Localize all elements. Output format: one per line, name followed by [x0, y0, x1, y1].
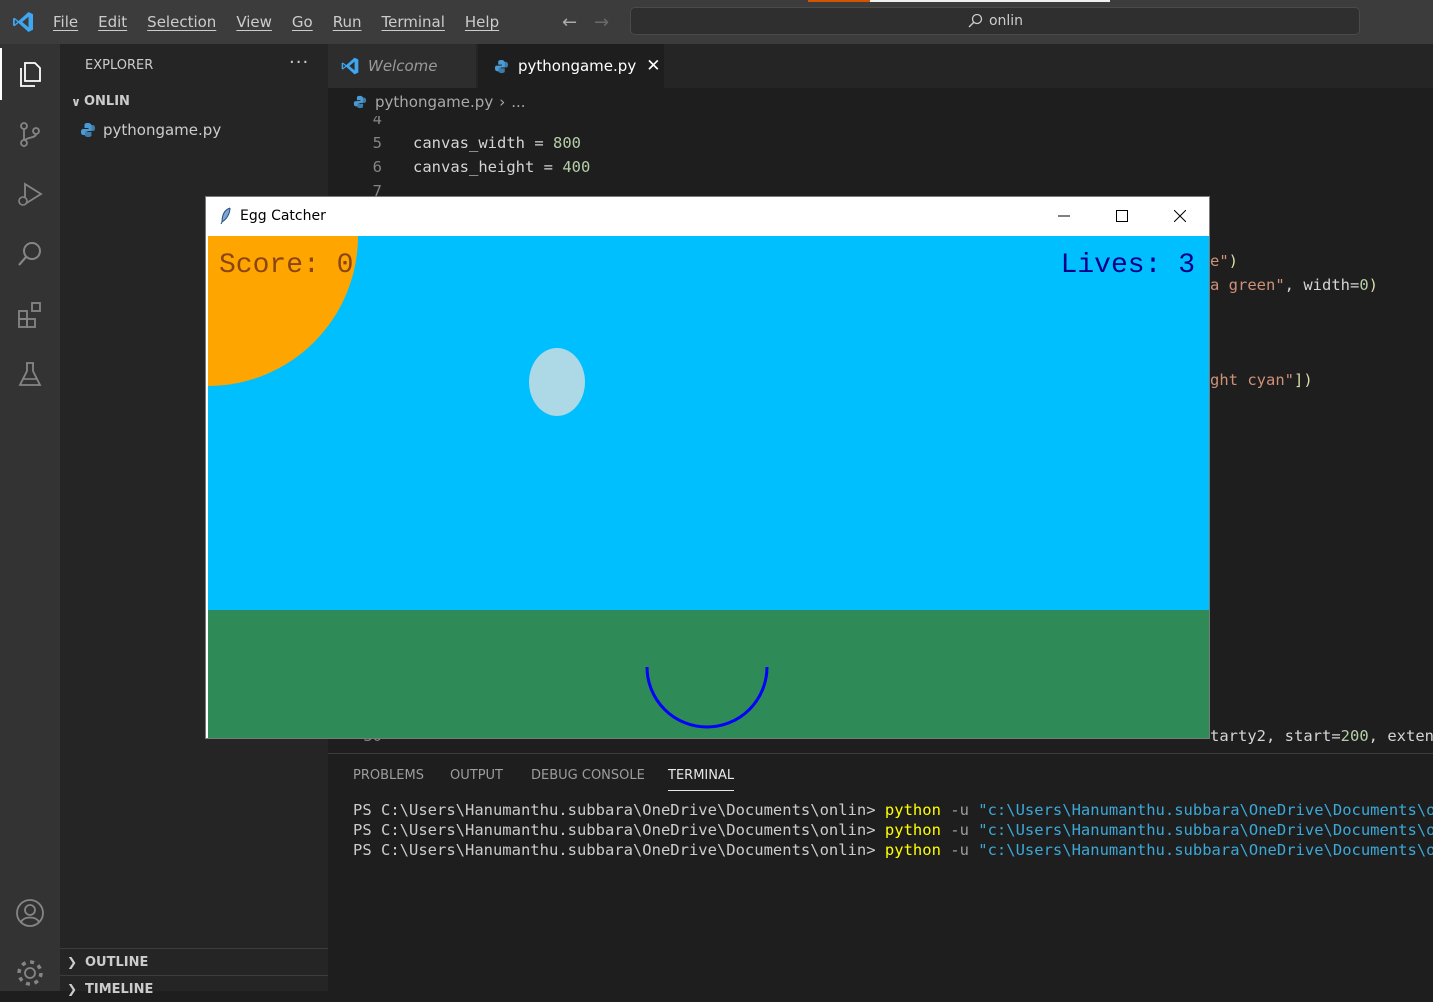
terminal-line[interactable]: PS C:\Users\Hanumanthu.subbara\OneDrive\…	[353, 821, 1433, 839]
activity-bar	[0, 44, 60, 991]
chevron-down-icon: ∨	[71, 94, 81, 109]
window-title-bar[interactable]: Egg Catcher	[206, 197, 1209, 235]
arrow-left-icon[interactable]: ←	[562, 12, 577, 33]
window-title: Egg Catcher	[240, 208, 326, 224]
minimize-icon[interactable]	[1035, 197, 1093, 235]
gear-icon[interactable]	[0, 949, 60, 997]
tab-problems[interactable]: PROBLEMS	[353, 768, 424, 783]
account-icon[interactable]	[0, 889, 60, 937]
title-accent-bar-light	[870, 0, 1110, 2]
code-fragment: e")	[1210, 252, 1239, 270]
code-line: canvas_width = 800	[413, 134, 581, 152]
menu-terminal[interactable]: Terminal	[382, 13, 445, 31]
terminal-line[interactable]: PS C:\Users\Hanumanthu.subbara\OneDrive\…	[353, 841, 1433, 859]
code-fragment: ght cyan"])	[1210, 371, 1313, 389]
game-canvas[interactable]: Score: 0 Lives: 3	[208, 236, 1209, 738]
close-icon[interactable]: ✕	[646, 56, 660, 76]
arrow-right-icon[interactable]: →	[594, 12, 609, 33]
folder-label: ONLIN	[84, 94, 130, 109]
python-file-icon	[81, 123, 95, 137]
file-label: pythongame.py	[103, 121, 222, 139]
bottom-panel: PROBLEMS OUTPUT DEBUG CONSOLE TERMINAL P…	[328, 753, 1433, 992]
tab-pythongame[interactable]: pythongame.py ✕	[478, 44, 664, 88]
search-sidebar-icon[interactable]	[0, 230, 60, 278]
code-line: canvas_height = 400	[413, 158, 591, 176]
menu-file[interactable]: File	[53, 13, 78, 31]
line-number: 5	[372, 134, 382, 152]
close-window-icon[interactable]	[1151, 197, 1209, 235]
editor-tabs: Welcome pythongame.py ✕	[328, 44, 1433, 88]
testing-flask-icon[interactable]	[0, 350, 60, 398]
outline-label: OUTLINE	[85, 954, 149, 970]
menu-view[interactable]: View	[236, 13, 272, 31]
menu-bar: File Edit Selection View Go Run Terminal…	[53, 0, 519, 44]
terminal-line[interactable]: PS C:\Users\Hanumanthu.subbara\OneDrive\…	[353, 801, 1433, 819]
sky	[208, 236, 1209, 610]
lives-text: Lives: 3	[1061, 250, 1195, 281]
grass	[208, 610, 1209, 738]
extensions-icon[interactable]	[0, 290, 60, 338]
command-center-search[interactable]: onlin	[630, 7, 1360, 35]
search-icon	[968, 13, 983, 28]
tab-welcome-label: Welcome	[368, 57, 438, 75]
tab-pythongame-label: pythongame.py	[518, 57, 637, 75]
breadcrumb-file[interactable]: pythongame.py	[375, 93, 493, 111]
tab-output[interactable]: OUTPUT	[450, 768, 503, 783]
menu-selection[interactable]: Selection	[147, 13, 216, 31]
title-accent-bar	[808, 0, 870, 2]
run-debug-icon[interactable]	[0, 170, 60, 218]
timeline-section[interactable]: ❯ TIMELINE	[60, 975, 328, 1002]
breadcrumb: pythongame.py › ...	[328, 88, 1433, 116]
menu-edit[interactable]: Edit	[98, 13, 127, 31]
vscode-logo-icon	[13, 12, 33, 32]
menu-run[interactable]: Run	[333, 13, 362, 31]
menu-go[interactable]: Go	[292, 13, 313, 31]
tab-debug-console[interactable]: DEBUG CONSOLE	[531, 768, 645, 783]
source-control-icon[interactable]	[0, 110, 60, 158]
feather-icon	[220, 207, 231, 225]
score-text: Score: 0	[219, 250, 353, 281]
timeline-label: TIMELINE	[85, 981, 154, 997]
vscode-tab-icon	[341, 57, 359, 75]
egg-catcher-window: Egg Catcher Score: 0 Lives: 3	[205, 196, 1210, 739]
menu-help[interactable]: Help	[465, 13, 499, 31]
maximize-icon[interactable]	[1093, 197, 1151, 235]
chevron-right-icon: ❯	[66, 955, 78, 969]
code-fragment: a green", width=0)	[1210, 276, 1378, 294]
tab-terminal[interactable]: TERMINAL	[668, 768, 735, 791]
outline-section[interactable]: ❯ OUTLINE	[60, 948, 328, 975]
code-fragment: tarty2, start=200, extent	[1210, 727, 1433, 745]
explorer-icon[interactable]	[0, 50, 60, 98]
tab-welcome[interactable]: Welcome	[328, 44, 476, 88]
egg	[529, 348, 585, 416]
python-file-icon	[353, 95, 367, 109]
chevron-right-icon: ❯	[66, 982, 78, 996]
title-bar: File Edit Selection View Go Run Terminal…	[0, 0, 1433, 44]
more-actions-icon[interactable]: ···	[289, 52, 309, 73]
chevron-right-icon: ›	[499, 93, 506, 111]
breadcrumb-rest[interactable]: ...	[511, 93, 525, 111]
explorer-header: EXPLORER	[85, 58, 154, 73]
folder-onlin[interactable]: ∨ ONLIN	[68, 94, 130, 109]
file-pythongame[interactable]: pythongame.py	[80, 121, 221, 139]
search-text: onlin	[988, 13, 1024, 29]
line-number: 4	[372, 116, 382, 128]
python-file-icon	[494, 59, 509, 73]
line-number: 6	[372, 158, 382, 176]
